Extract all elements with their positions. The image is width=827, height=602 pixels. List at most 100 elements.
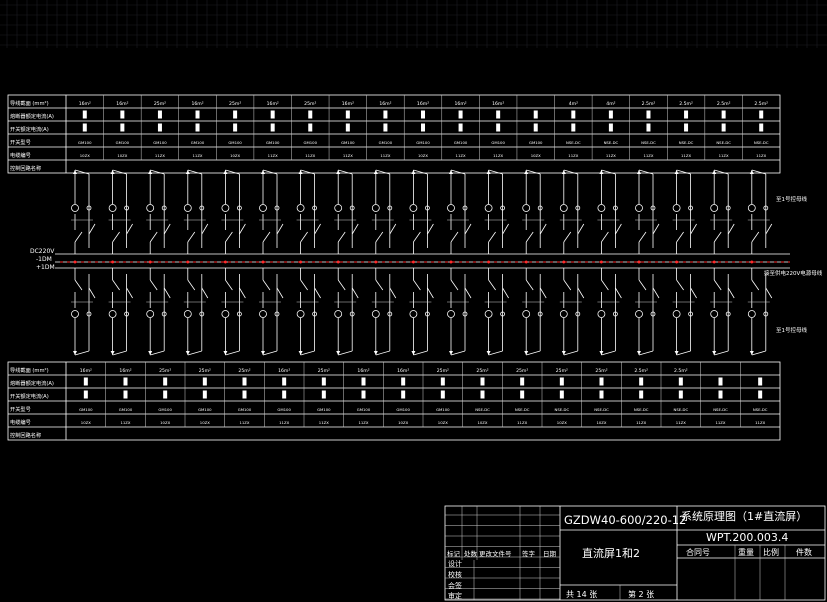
switch-contact [751, 231, 760, 243]
bottom-switch-mark [758, 390, 763, 399]
switch-contact [276, 223, 284, 235]
fuse-symbol [334, 204, 343, 212]
switch-contact [450, 231, 459, 243]
fuse-symbol [710, 204, 719, 212]
top-cable-cell: 11ZX [155, 153, 165, 158]
bottom-model-cell: NSE-DC [555, 407, 570, 412]
bottom-size-cell: 16m² [278, 368, 290, 374]
bus-junction [524, 260, 528, 264]
top-switch-mark [721, 123, 726, 132]
top-fuse-mark [608, 110, 613, 119]
top-model-cell: GM100 [416, 140, 430, 145]
switch-contact [314, 287, 321, 299]
switch-contact [727, 287, 735, 299]
bus-junction [111, 260, 114, 264]
role-check: 校核 [448, 570, 462, 579]
top-cable-cell: 10ZX [418, 153, 428, 158]
bottom-cable-cell: 10ZX [557, 420, 567, 425]
top-fuse-mark [157, 110, 162, 119]
bus-junction [336, 260, 340, 264]
switch-contact [225, 279, 233, 291]
top-model-cell: GM100 [379, 140, 393, 145]
terminal-line [112, 350, 127, 356]
terminal-line [751, 350, 766, 356]
bus-label-right-top: 至1号控母线 [776, 195, 807, 203]
switch-contact [225, 231, 233, 243]
fuse-symbol [747, 310, 756, 318]
terminal-line [187, 350, 202, 356]
terminal-line [526, 350, 541, 356]
bottom-cable-cell: 10ZX [81, 420, 91, 425]
hdr-date: 日期 [543, 550, 557, 558]
switch-contact [239, 287, 246, 299]
terminal-line [262, 350, 278, 356]
fuse-symbol [371, 204, 380, 212]
fuse-symbol [108, 204, 117, 212]
switch-contact [525, 231, 534, 243]
bottom-row-label: 开关额定电流(A) [10, 392, 49, 400]
switch-contact [727, 223, 735, 235]
bottom-circuit-table: 导线截面 (mm²) 熔断器额定电流(A) 开关额定电流(A) 开关型号电缆编号控制回… [7, 361, 781, 441]
bottom-fuse-mark [599, 377, 604, 386]
bottom-size-cell: 25m² [318, 368, 330, 374]
sheet-no: 第 2 张 [628, 589, 654, 599]
fuse-symbol [409, 310, 418, 318]
bottom-size-cell: 25m² [516, 368, 528, 374]
top-switch-mark [496, 123, 501, 132]
top-model-cell: GM100 [529, 140, 543, 145]
bus-junction [299, 260, 302, 264]
top-cable-cell: 11ZX [719, 153, 729, 158]
drawing-title: 系统原理图（1#直流屏） [681, 509, 807, 523]
top-switch-mark [533, 123, 538, 132]
bottom-model-cell: GM100 [158, 407, 172, 412]
bottom-switch-mark [123, 390, 128, 399]
role-approve: 审定 [448, 591, 462, 600]
top-cable-cell: 11ZX [756, 153, 766, 158]
fuse-symbol [522, 204, 531, 212]
bottom-size-cell: 25m² [238, 368, 250, 374]
bottom-fuse-mark [520, 377, 525, 386]
switch-contact [351, 287, 359, 299]
title-block: GZDW40-600/220-12 系统原理图（1#直流屏） WPT.200.0… [444, 505, 826, 601]
top-model-cell: GM100 [491, 140, 505, 145]
top-size-cell: 2.5m² [754, 101, 768, 107]
top-model-cell: GM100 [266, 140, 280, 145]
bus-junction [73, 260, 77, 264]
switch-contact [690, 287, 697, 299]
top-cable-cell: 10ZX [80, 153, 90, 158]
bottom-switch-mark [639, 390, 644, 399]
switch-contact [427, 223, 434, 235]
role-design: 设计 [448, 559, 462, 568]
bus-label-neg: -1DM [36, 256, 52, 263]
bottom-switch-mark [678, 390, 683, 399]
switch-contact [615, 223, 622, 235]
top-switch-mark [759, 123, 764, 132]
bottom-row-label: 开关型号 [10, 405, 31, 413]
top-model-cell: GM100 [341, 140, 355, 145]
hdr-sign: 签字 [522, 549, 536, 558]
terminal-line [300, 350, 315, 356]
bus-junction [148, 260, 152, 264]
switch-contact [488, 231, 496, 243]
top-fuse-mark [233, 110, 238, 119]
fuse-symbol [747, 204, 756, 212]
fuse-symbol [71, 310, 79, 318]
switch-contact [525, 279, 534, 291]
top-model-cell: GM100 [191, 140, 205, 145]
bottom-model-cell: NSE-DC [713, 407, 728, 412]
fuse-symbol [259, 310, 267, 318]
background-grid [0, 0, 827, 48]
bottom-cable-cell: 11ZX [517, 420, 527, 425]
switch-contact [427, 287, 434, 299]
switch-contact [74, 279, 83, 291]
bottom-fuse-mark [401, 377, 406, 386]
bottom-cable-cell: 11ZX [358, 420, 368, 425]
top-size-cell: 25m² [304, 101, 316, 107]
top-model-cell: NSE-DC [679, 140, 694, 145]
bus-label-dc: DC220V [30, 248, 55, 255]
switch-contact [676, 231, 684, 243]
top-size-cell: 2.5m² [679, 101, 693, 107]
name-cell: 直流屏1和2 [582, 546, 640, 560]
top-switch-mark [421, 123, 425, 132]
switch-contact [539, 223, 547, 235]
